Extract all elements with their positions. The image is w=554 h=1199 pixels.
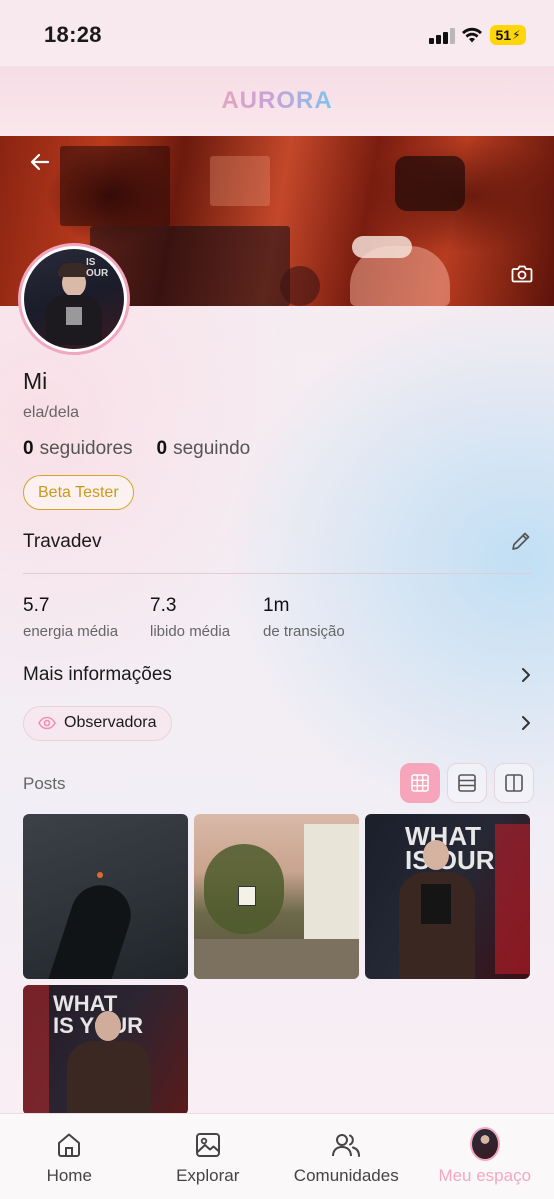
more-info-label: Mais informações (23, 664, 172, 685)
users-icon (332, 1134, 361, 1157)
follow-stats: 0 seguidores 0 seguindo (23, 438, 250, 460)
pencil-icon (512, 532, 530, 550)
edit-profile-button[interactable] (510, 530, 534, 554)
wifi-icon (462, 27, 482, 43)
battery-indicator: 51 ⚡ (490, 25, 526, 45)
split-view-button[interactable] (494, 763, 534, 803)
followers-count: 0 (23, 438, 34, 459)
observer-chip[interactable]: Observadora (23, 705, 172, 741)
status-bar: 18:28 51 ⚡ (0, 0, 554, 66)
more-info-row[interactable]: Mais informações (23, 662, 533, 688)
change-cover-button[interactable] (506, 258, 538, 290)
post-thumbnail[interactable] (194, 814, 359, 979)
nav-label: Home (46, 1166, 92, 1185)
app-header: AURORA (0, 66, 554, 136)
beta-tester-badge: Beta Tester (23, 475, 134, 510)
divider (23, 573, 531, 574)
image-icon (195, 1133, 220, 1157)
stat-value: 7.3 (150, 595, 177, 616)
post-thumbnail[interactable]: WHAT IS OUR (365, 814, 530, 979)
bottom-nav: Home Explorar Comunidades Meu espaço (0, 1113, 554, 1199)
stat-value: 5.7 (23, 595, 50, 616)
avatar (469, 1127, 500, 1161)
stat-value: 1m (263, 595, 290, 616)
chevron-right-icon (522, 716, 530, 730)
following-label: seguindo (173, 438, 251, 459)
columns-icon (505, 774, 523, 792)
stat-label: energia média (23, 623, 119, 640)
stat-label: libido média (150, 623, 231, 640)
stat-label: de transição (263, 623, 345, 640)
nav-explore[interactable]: Explorar (139, 1114, 278, 1199)
post-thumbnail[interactable] (23, 814, 188, 979)
nav-my-space[interactable]: Meu espaço (416, 1114, 554, 1199)
nav-home[interactable]: Home (0, 1114, 139, 1199)
followers-link[interactable]: 0 seguidores (23, 438, 133, 460)
grid-view-button[interactable] (400, 763, 440, 803)
profile-bio: Travadev (23, 531, 102, 552)
eye-icon (38, 716, 56, 730)
nav-communities[interactable]: Comunidades (277, 1114, 416, 1199)
signal-icon (429, 28, 455, 44)
profile-name: Mi (23, 368, 48, 394)
profile-pronouns: ela/dela (23, 404, 80, 421)
nav-label: Explorar (176, 1166, 240, 1185)
stat-energy: 5.7 energia média (23, 595, 150, 640)
observer-row[interactable]: Observadora (23, 705, 533, 741)
nav-label: Meu espaço (438, 1166, 532, 1185)
camera-icon (511, 265, 533, 283)
arrow-left-icon (30, 153, 50, 171)
stat-libido: 7.3 libido média (150, 595, 263, 640)
profile-avatar[interactable]: IS OUR (18, 243, 130, 355)
observer-label: Observadora (64, 714, 157, 731)
stats-row: 5.7 energia média 7.3 libido média 1m de… (23, 595, 383, 640)
status-time: 18:28 (44, 22, 102, 47)
stat-transition: 1m de transição (263, 595, 383, 640)
home-icon (58, 1133, 81, 1157)
grid-icon (411, 774, 429, 792)
avatar-image: IS OUR (24, 249, 124, 349)
following-link[interactable]: 0 seguindo (157, 438, 251, 460)
list-view-button[interactable] (447, 763, 487, 803)
app-logo: AURORA (221, 87, 333, 114)
back-button[interactable] (24, 146, 56, 178)
post-thumbnail[interactable]: WHATIS YOUR (23, 985, 188, 1115)
followers-label: seguidores (39, 438, 133, 459)
list-icon (458, 774, 476, 792)
following-count: 0 (156, 438, 168, 459)
chevron-right-icon (522, 668, 530, 682)
nav-label: Comunidades (293, 1166, 399, 1185)
posts-heading: Posts (23, 774, 66, 793)
view-toggles (400, 763, 534, 803)
